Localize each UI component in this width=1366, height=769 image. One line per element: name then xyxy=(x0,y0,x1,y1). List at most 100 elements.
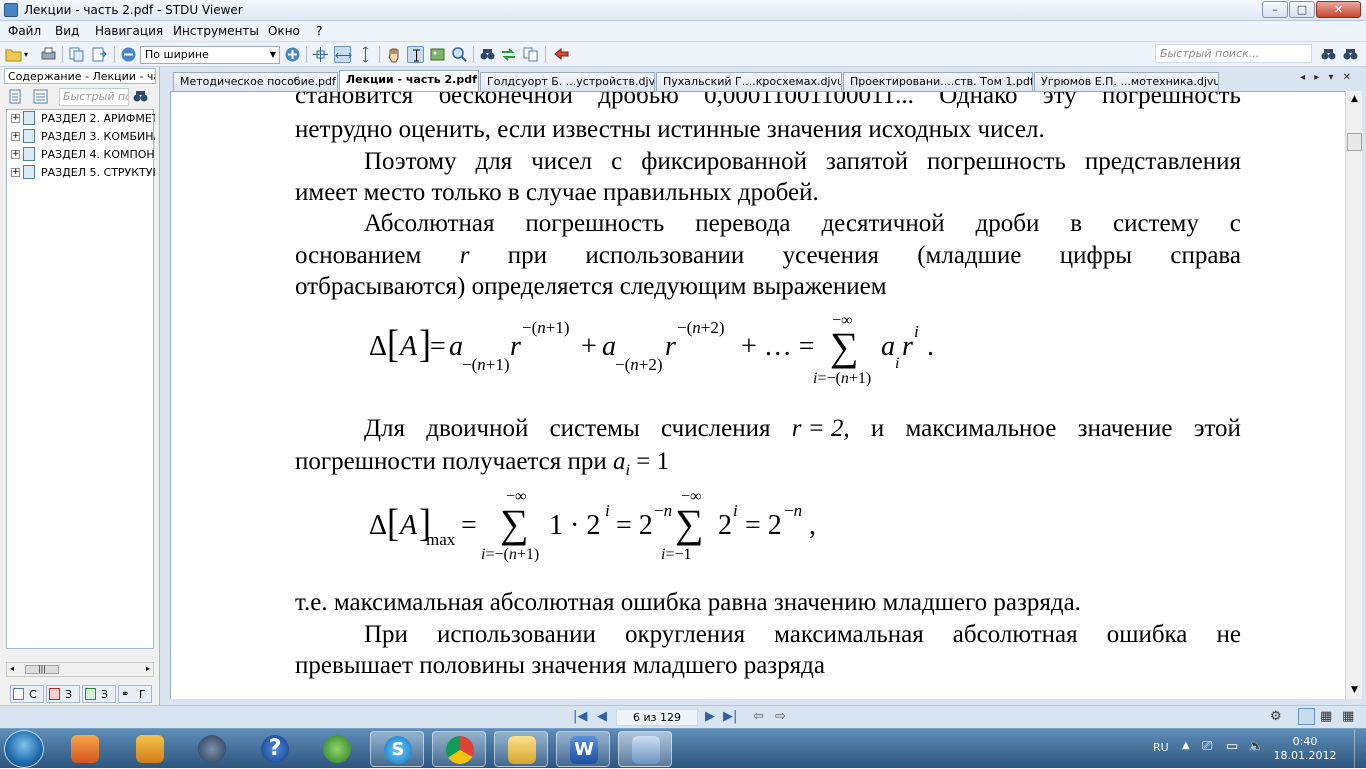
tab-lekcii-chast-2[interactable]: Лекции - часть 2.pdf xyxy=(339,70,479,91)
collapse-all-icon[interactable] xyxy=(32,88,49,105)
tab-goldsuort[interactable]: Голдсуорт Б. ...устройств.djvu xyxy=(480,72,655,91)
taskbar-media-player[interactable] xyxy=(58,731,112,767)
next-page-icon[interactable]: ▶ xyxy=(705,710,715,724)
show-desktop-button[interactable] xyxy=(1354,729,1366,769)
image-select-icon[interactable] xyxy=(429,46,446,63)
export-page-icon[interactable] xyxy=(91,46,108,63)
volume-icon[interactable]: 🔈 xyxy=(1248,739,1264,754)
tab-ugryumov[interactable]: Угрюмов Е.П. ...мотехника.djvu xyxy=(1034,72,1219,91)
panel-tab-bookmarks[interactable]: З xyxy=(46,685,80,703)
document-view[interactable]: становится бесконечной дробью 0,00011001… xyxy=(170,91,1345,699)
menu-window[interactable]: Окно xyxy=(268,24,300,38)
taskbar-stdu-viewer[interactable] xyxy=(618,731,672,767)
find-icon[interactable] xyxy=(479,46,496,63)
tab-next-icon[interactable]: ▸ xyxy=(1314,72,1319,83)
panel-tab-label: З xyxy=(65,688,73,701)
expand-icon[interactable]: + xyxy=(11,168,20,177)
fit-width-icon[interactable] xyxy=(334,46,352,63)
two-page-view-icon[interactable]: ▦ xyxy=(1320,710,1332,724)
menu-view[interactable]: Вид xyxy=(55,24,79,38)
minimize-button[interactable]: – xyxy=(1262,1,1288,18)
scroll-up-icon[interactable]: ▲ xyxy=(1346,91,1363,108)
bookmark-add-icon[interactable] xyxy=(553,46,570,63)
document-vertical-scrollbar[interactable]: ▲ ▼ xyxy=(1345,91,1362,699)
tab-list-icon[interactable]: ▾ xyxy=(1328,72,1333,83)
panel-tab-thumbnails[interactable]: З xyxy=(82,685,116,703)
taskbar-hp[interactable] xyxy=(185,731,239,767)
scrollbar-thumb[interactable] xyxy=(1347,133,1362,151)
single-page-view-icon[interactable] xyxy=(1298,708,1315,725)
open-folder-icon[interactable] xyxy=(5,46,22,63)
title-bar[interactable]: Лекции - часть 2.pdf - STDU Viewer – □ ✕ xyxy=(0,0,1366,21)
history-back-icon[interactable]: ⇦ xyxy=(753,710,764,724)
contents-find-icon[interactable] xyxy=(132,88,149,105)
show-hidden-icons-icon[interactable]: ▲ xyxy=(1182,740,1190,751)
tab-puhalsky[interactable]: Пухальский Г....кросхемах.djvu xyxy=(656,72,842,91)
print-icon[interactable] xyxy=(40,46,57,63)
contents-panel-header[interactable]: Содержание - Лекции - часть 2 xyxy=(4,68,156,84)
stdu-app-icon[interactable] xyxy=(4,3,18,17)
hand-tool-icon[interactable] xyxy=(386,46,403,63)
expand-icon[interactable]: + xyxy=(11,150,20,159)
tree-item[interactable]: + РАЗДЕЛ 5. СТРУКТУРА xyxy=(7,164,155,181)
menu-navigation[interactable]: Навигация xyxy=(95,24,163,38)
copy-page-icon[interactable] xyxy=(68,46,85,63)
tree-item[interactable]: + РАЗДЕЛ 2. АРИФМЕТИКА xyxy=(7,110,155,127)
tab-proektirovanie[interactable]: Проектировани....ств. Том 1.pdf xyxy=(843,72,1033,91)
clock[interactable]: 0:40 18.01.2012 xyxy=(1270,735,1340,763)
continuous-view-icon[interactable]: ▦ xyxy=(1342,710,1354,724)
taskbar-word[interactable]: W xyxy=(556,731,610,767)
contents-search-input[interactable]: Быстрый поиск xyxy=(59,88,129,106)
tree-item[interactable]: + РАЗДЕЛ 4. КОМПОНЕНТЫ xyxy=(7,146,155,163)
app-window: Лекции - часть 2.pdf - STDU Viewer – □ ✕… xyxy=(0,0,1366,728)
history-forward-icon[interactable]: ⇨ xyxy=(775,710,786,724)
tab-close-icon[interactable]: ✕ xyxy=(1343,72,1351,83)
close-button[interactable]: ✕ xyxy=(1316,1,1361,18)
tab-metodicheskoe-posobie[interactable]: Методическое пособие.pdf xyxy=(173,72,338,91)
fit-height-icon[interactable] xyxy=(357,46,374,63)
network-icon[interactable]: ⎚ xyxy=(1202,739,1212,754)
prev-page-icon[interactable]: ◀ xyxy=(597,710,607,724)
tree-item[interactable]: + РАЗДЕЛ 3. КОМБИНАЦИОННЫЕ xyxy=(7,128,155,145)
taskbar-utorrent[interactable] xyxy=(310,731,364,767)
expand-icon[interactable]: + xyxy=(11,114,20,123)
settings-gear-icon[interactable]: ⚙ xyxy=(1270,710,1282,724)
scroll-right-icon[interactable]: ▸ xyxy=(146,664,150,673)
expand-icon[interactable]: + xyxy=(11,132,20,141)
taskbar-explorer[interactable] xyxy=(494,731,548,767)
open-dropdown-icon[interactable]: ▾ xyxy=(24,46,34,63)
start-button[interactable] xyxy=(4,730,44,768)
taskbar-skype[interactable]: S xyxy=(370,731,424,767)
find-next-icon[interactable] xyxy=(500,46,517,63)
page-indicator[interactable]: 6 из 129 xyxy=(616,709,698,726)
scroll-left-icon[interactable]: ◂ xyxy=(10,664,14,673)
quick-search-find-icon[interactable] xyxy=(1320,46,1337,63)
expand-all-icon[interactable] xyxy=(8,88,25,105)
taskbar-chrome[interactable] xyxy=(432,731,486,767)
taskbar-app-2[interactable] xyxy=(123,731,177,767)
battery-icon[interactable]: ▭ xyxy=(1226,739,1238,754)
zoom-mode-select[interactable]: По ширине ▼ xyxy=(140,46,280,64)
contents-horizontal-scrollbar[interactable]: ◂ ||| ▸ xyxy=(6,662,154,677)
scroll-down-icon[interactable]: ▼ xyxy=(1346,682,1363,699)
zoom-in-icon[interactable] xyxy=(284,46,301,63)
last-page-icon[interactable]: ▶| xyxy=(723,710,737,724)
text-select-icon[interactable] xyxy=(407,46,424,63)
first-page-icon[interactable]: |◀ xyxy=(573,710,587,724)
scrollbar-thumb[interactable]: ||| xyxy=(25,665,59,674)
panel-tab-contents[interactable]: С xyxy=(10,685,44,703)
maximize-button[interactable]: □ xyxy=(1289,1,1315,18)
pages-icon[interactable] xyxy=(522,46,539,63)
fit-page-icon[interactable] xyxy=(312,46,329,63)
menu-help[interactable]: ? xyxy=(316,24,322,38)
menu-tools[interactable]: Инструменты xyxy=(173,24,259,38)
tab-prev-icon[interactable]: ◂ xyxy=(1300,72,1305,83)
language-indicator[interactable]: RU xyxy=(1153,741,1169,754)
quick-search-input[interactable]: Быстрый поиск... xyxy=(1155,44,1312,63)
magnifier-tool-icon[interactable] xyxy=(451,46,468,63)
zoom-out-icon[interactable] xyxy=(120,46,137,63)
taskbar-help[interactable]: ? xyxy=(248,731,302,767)
quick-search-options-icon[interactable] xyxy=(1342,46,1359,63)
panel-tab-search[interactable]: ⚭ Г xyxy=(118,685,152,703)
menu-file[interactable]: Файл xyxy=(8,24,41,38)
